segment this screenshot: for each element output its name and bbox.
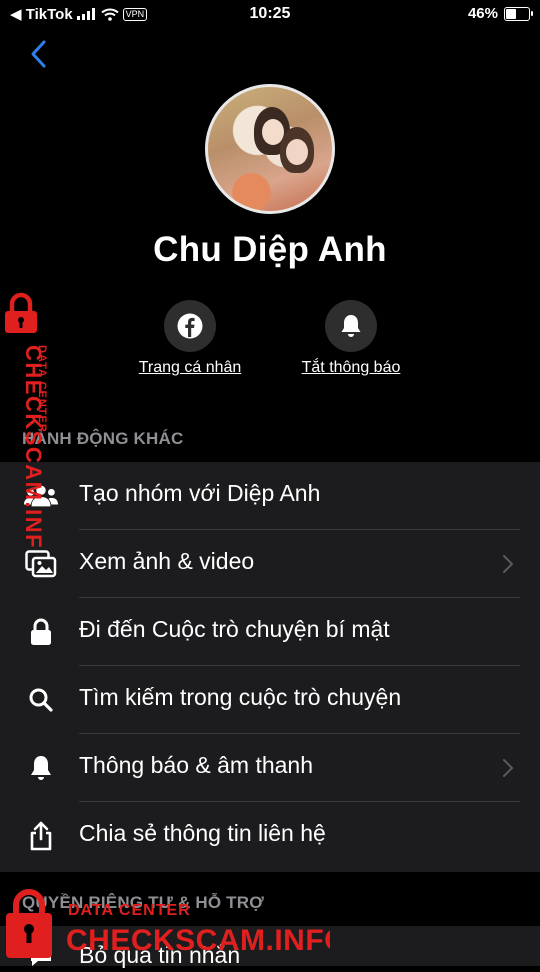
bell-icon bbox=[341, 315, 361, 337]
watermark-subtitle: DATA CENTER bbox=[36, 345, 48, 433]
battery-icon bbox=[504, 6, 533, 21]
list-item-secret-chat[interactable]: Đi đến Cuộc trò chuyện bí mật bbox=[0, 598, 540, 666]
list-item-label: Xem ảnh & video bbox=[79, 548, 255, 574]
bell-icon bbox=[24, 752, 58, 784]
list-item-label: Tạo nhóm với Diệp Anh bbox=[79, 480, 321, 506]
list-item-create-group[interactable]: Tạo nhóm với Diệp Anh bbox=[0, 462, 540, 530]
profile-action[interactable]: Trang cá nhân bbox=[115, 300, 265, 377]
chevron-right-icon bbox=[503, 555, 514, 573]
avatar-detail bbox=[286, 139, 308, 165]
mute-action-circle[interactable] bbox=[325, 300, 377, 352]
actions-list: Tạo nhóm với Diệp Anh Xem ảnh & video Đi… bbox=[0, 462, 540, 872]
battery-percent: 46% bbox=[467, 5, 498, 22]
search-icon bbox=[24, 684, 58, 716]
checkscam-watermark-vertical: CHECKSCAM.INFO DATA CENTER bbox=[5, 292, 48, 550]
chevron-right-icon bbox=[503, 759, 514, 777]
watermark-subtitle: DATA CENTER bbox=[68, 902, 191, 919]
battery-fill bbox=[506, 8, 516, 19]
list-item-share-contact[interactable]: Chia sẻ thông tin liên hệ bbox=[0, 802, 540, 870]
back-chevron-icon[interactable] bbox=[26, 38, 54, 70]
profile-action-circle[interactable] bbox=[164, 300, 216, 352]
list-item-label: Tìm kiếm trong cuộc trò chuyện bbox=[79, 684, 402, 710]
share-icon bbox=[24, 820, 58, 852]
list-item-search-chat[interactable]: Tìm kiếm trong cuộc trò chuyện bbox=[0, 666, 540, 734]
list-item-label: Chia sẻ thông tin liên hệ bbox=[79, 820, 326, 846]
lock-icon bbox=[24, 616, 58, 648]
profile-name: Chu Diệp Anh bbox=[153, 230, 387, 269]
watermark-title: CHECKSCAM.INFO bbox=[66, 924, 330, 957]
checkscam-watermark-bottom: DATA CENTER CHECKSCAM.INFO bbox=[6, 889, 330, 958]
list-item-media[interactable]: Xem ảnh & video bbox=[0, 530, 540, 598]
facebook-icon bbox=[177, 313, 203, 339]
profile-action-label[interactable]: Trang cá nhân bbox=[115, 359, 265, 377]
list-item-label: Đi đến Cuộc trò chuyện bí mật bbox=[79, 616, 390, 642]
mute-action[interactable]: Tắt thông báo bbox=[276, 300, 426, 377]
list-item-notifications[interactable]: Thông báo & âm thanh bbox=[0, 734, 540, 802]
status-bar: ◀ TikTok VPN 10:25 46% bbox=[0, 0, 540, 30]
list-item-label: Thông báo & âm thanh bbox=[79, 752, 313, 778]
status-right: 46% bbox=[467, 5, 533, 22]
avatar[interactable] bbox=[205, 84, 335, 214]
mute-action-label[interactable]: Tắt thông báo bbox=[276, 359, 426, 377]
status-time: 10:25 bbox=[249, 5, 291, 22]
photos-icon bbox=[24, 548, 58, 580]
